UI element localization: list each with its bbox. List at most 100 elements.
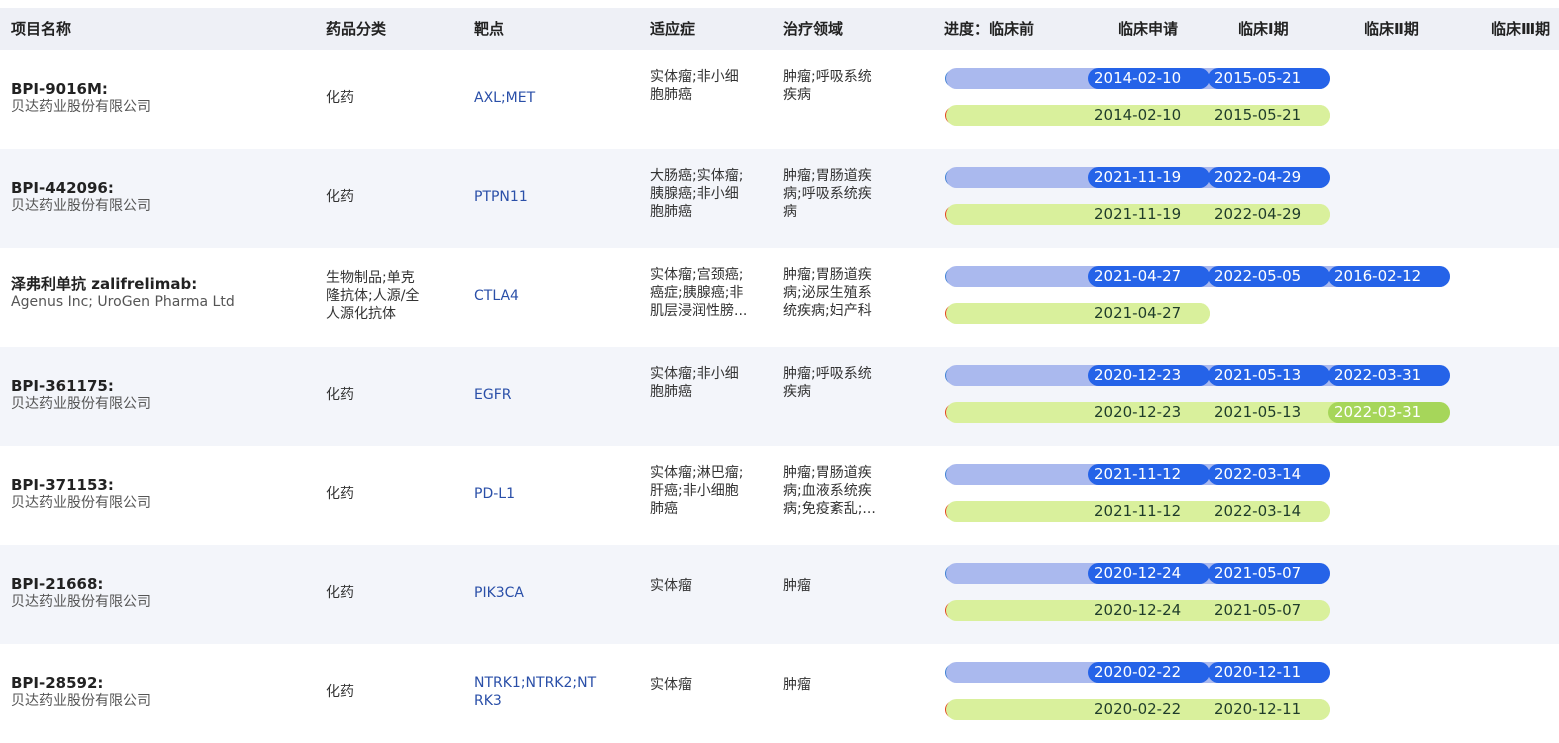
- milestone-date[interactable]: 2020-12-11: [1208, 662, 1330, 683]
- col-header-preclinical[interactable]: 进度：临床前: [944, 8, 1034, 50]
- global-progress-bar[interactable]: 2021-04-27 2022-05-05 2016-02-12: [946, 266, 1450, 287]
- project-name-cell[interactable]: BPI-9016M: 贝达药业股份有限公司: [11, 80, 151, 116]
- milestone-date[interactable]: 2021-11-19: [1088, 167, 1210, 188]
- milestone-date[interactable]: 2014-02-10: [1088, 105, 1210, 126]
- china-progress-bar[interactable]: 2020-12-24 2021-05-07: [946, 600, 1330, 621]
- global-progress-bar[interactable]: 2020-12-23 2021-05-13 2022-03-31: [946, 365, 1450, 386]
- milestone-date[interactable]: 2022-03-14: [1208, 464, 1330, 485]
- target-link-line: AXL;MET: [474, 90, 536, 106]
- project-name-cell[interactable]: BPI-28592: 贝达药业股份有限公司: [11, 674, 151, 710]
- milestone-date[interactable]: 2021-11-12: [1088, 501, 1210, 522]
- project-name-cell[interactable]: BPI-21668: 贝达药业股份有限公司: [11, 575, 151, 611]
- milestone-date[interactable]: 2022-03-31: [1328, 365, 1450, 386]
- milestone-date[interactable]: 2021-11-19: [1088, 204, 1210, 225]
- china-progress-bar[interactable]: 2021-11-12 2022-03-14: [946, 501, 1330, 522]
- milestone-date[interactable]: 2020-12-23: [1088, 402, 1210, 423]
- col-header-application[interactable]: 临床申请: [1118, 8, 1178, 50]
- milestone-date[interactable]: 2020-02-22: [1088, 699, 1210, 720]
- target-link-line: RK3: [474, 693, 502, 709]
- indication-line: 实体瘤;淋巴瘤;: [650, 465, 744, 481]
- project-title[interactable]: BPI-442096:: [11, 179, 151, 197]
- col-header-phase2[interactable]: 临床Ⅱ期: [1364, 8, 1419, 50]
- milestone-date[interactable]: 2021-05-07: [1208, 563, 1330, 584]
- target-link[interactable]: CTLA4: [474, 287, 519, 305]
- indication-line: 实体瘤;非小细: [650, 69, 739, 85]
- table-row[interactable]: 泽弗利单抗 zalifrelimab: Agenus Inc; UroGen Ph…: [0, 248, 1559, 347]
- indication-line: 癌症;胰腺癌;非: [650, 285, 744, 301]
- milestone-date[interactable]: 2022-04-29: [1208, 204, 1330, 225]
- china-progress-bar[interactable]: 2021-04-27: [946, 303, 1210, 324]
- col-header-indication[interactable]: 适应症: [650, 8, 695, 50]
- target-link[interactable]: PTPN11: [474, 188, 528, 206]
- target-link[interactable]: NTRK1;NTRK2;NT RK3: [474, 674, 596, 710]
- milestone-date[interactable]: 2022-03-14: [1208, 501, 1330, 522]
- china-progress-bar[interactable]: 2021-11-19 2022-04-29: [946, 204, 1330, 225]
- project-title[interactable]: BPI-361175:: [11, 377, 151, 395]
- drug-category-line: 隆抗体;人源/全: [326, 288, 420, 304]
- indication-line: 肺癌: [650, 501, 678, 517]
- milestone-date[interactable]: 2021-05-13: [1208, 365, 1330, 386]
- milestone-date[interactable]: 2020-12-23: [1088, 365, 1210, 386]
- table-row[interactable]: BPI-21668: 贝达药业股份有限公司 化药 PIK3CA 实体瘤 肿瘤 2020-12…: [0, 545, 1559, 644]
- project-title[interactable]: BPI-28592:: [11, 674, 151, 692]
- col-header-target[interactable]: 靶点: [474, 8, 504, 50]
- milestone-date[interactable]: 2020-02-22: [1088, 662, 1210, 683]
- milestone-date[interactable]: 2020-12-24: [1088, 600, 1210, 621]
- global-progress-bar[interactable]: 2021-11-19 2022-04-29: [946, 167, 1330, 188]
- project-name-cell[interactable]: 泽弗利单抗 zalifrelimab: Agenus Inc; UroGen Ph…: [11, 275, 235, 311]
- project-name-cell[interactable]: BPI-361175: 贝达药业股份有限公司: [11, 377, 151, 413]
- therapeutic-area-line: 病;免疫紊乱;...: [783, 501, 876, 517]
- project-name-cell[interactable]: BPI-442096: 贝达药业股份有限公司: [11, 179, 151, 215]
- project-name-cell[interactable]: BPI-371153: 贝达药业股份有限公司: [11, 476, 151, 512]
- milestone-date[interactable]: 2022-04-29: [1208, 167, 1330, 188]
- target-link-line: EGFR: [474, 387, 512, 403]
- col-header-phase3[interactable]: 临床Ⅲ期: [1491, 8, 1550, 50]
- global-progress-bar[interactable]: 2020-02-22 2020-12-11: [946, 662, 1330, 683]
- global-progress-bar[interactable]: 2014-02-10 2015-05-21: [946, 68, 1330, 89]
- milestone-date[interactable]: 2021-11-12: [1088, 464, 1210, 485]
- col-header-phase1[interactable]: 临床Ⅰ期: [1238, 8, 1289, 50]
- milestone-date[interactable]: 2020-12-11: [1208, 699, 1330, 720]
- table-row[interactable]: BPI-9016M: 贝达药业股份有限公司 化药 AXL;MET 实体瘤;非小细 胞肺癌 肿…: [0, 50, 1559, 149]
- milestone-date[interactable]: 2020-12-24: [1088, 563, 1210, 584]
- milestone-date[interactable]: 2016-02-12: [1328, 266, 1450, 287]
- global-progress-bar[interactable]: 2021-11-12 2022-03-14: [946, 464, 1330, 485]
- target-link[interactable]: PIK3CA: [474, 584, 524, 602]
- milestone-date[interactable]: 2021-04-27: [1088, 266, 1210, 287]
- target-link[interactable]: EGFR: [474, 386, 511, 404]
- therapeutic-area-line: 病;血液系统疾: [783, 483, 872, 499]
- china-progress-bar[interactable]: 2014-02-10 2015-05-21: [946, 105, 1330, 126]
- company-name: 贝达药业股份有限公司: [11, 198, 151, 214]
- table-row[interactable]: BPI-371153: 贝达药业股份有限公司 化药 PD-L1 实体瘤;淋巴瘤; 肝癌;非…: [0, 446, 1559, 545]
- china-progress-bar[interactable]: 2020-12-23 2021-05-13 2022-03-31: [946, 402, 1450, 423]
- milestone-date[interactable]: 2014-02-10: [1088, 68, 1210, 89]
- target-link[interactable]: PD-L1: [474, 485, 515, 503]
- project-title[interactable]: 泽弗利单抗 zalifrelimab:: [11, 275, 235, 293]
- project-title[interactable]: BPI-9016M:: [11, 80, 151, 98]
- table-row[interactable]: BPI-361175: 贝达药业股份有限公司 化药 EGFR 实体瘤;非小细 胞肺癌 肿瘤;…: [0, 347, 1559, 446]
- milestone-date[interactable]: 2022-05-05: [1208, 266, 1330, 287]
- milestone-date[interactable]: 2022-03-31: [1328, 402, 1450, 423]
- table-row[interactable]: BPI-28592: 贝达药业股份有限公司 化药 NTRK1;NTRK2;NT RK3 实…: [0, 644, 1559, 743]
- milestone-date[interactable]: 2021-05-07: [1208, 600, 1330, 621]
- target-link-line: NTRK1;NTRK2;NT: [474, 675, 597, 691]
- therapeutic-area-line: 病: [783, 204, 797, 220]
- project-title[interactable]: BPI-21668:: [11, 575, 151, 593]
- col-header-name[interactable]: 项目名称: [11, 8, 71, 50]
- target-link[interactable]: AXL;MET: [474, 89, 535, 107]
- milestone-date[interactable]: 2015-05-21: [1208, 105, 1330, 126]
- therapeutic-area-line: 肿瘤;呼吸系统: [783, 69, 872, 85]
- col-header-area[interactable]: 治疗领域: [783, 8, 843, 50]
- milestone-date[interactable]: 2021-05-13: [1208, 402, 1330, 423]
- china-progress-bar[interactable]: 2020-02-22 2020-12-11: [946, 699, 1330, 720]
- indication-line: 胞肺癌: [650, 384, 692, 400]
- indication-line: 实体瘤: [650, 677, 692, 693]
- milestone-date[interactable]: 2015-05-21: [1208, 68, 1330, 89]
- milestone-date[interactable]: 2021-04-27: [1088, 303, 1210, 324]
- table-row[interactable]: BPI-442096: 贝达药业股份有限公司 化药 PTPN11 大肠癌;实体瘤; 胰腺癌…: [0, 149, 1559, 248]
- therapeutic-area: 肿瘤: [783, 577, 811, 595]
- project-title[interactable]: BPI-371153:: [11, 476, 151, 494]
- global-progress-bar[interactable]: 2020-12-24 2021-05-07: [946, 563, 1330, 584]
- col-header-category[interactable]: 药品分类: [326, 8, 386, 50]
- company-name: 贝达药业股份有限公司: [11, 99, 151, 115]
